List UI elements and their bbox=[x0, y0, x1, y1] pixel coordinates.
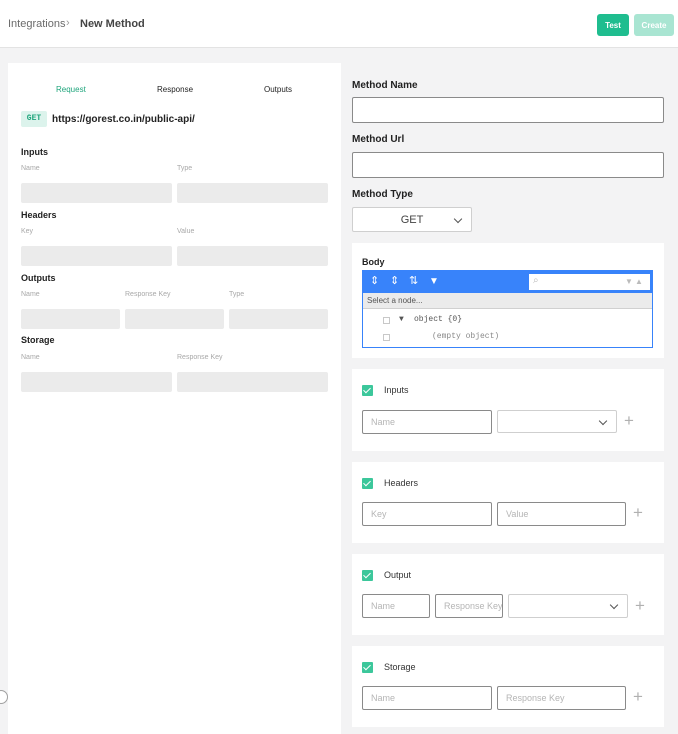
preview-storage-title: Storage bbox=[21, 335, 55, 345]
preview-outputs-col-response-key: Response Key bbox=[125, 291, 171, 298]
breadcrumb-separator: › bbox=[66, 17, 70, 29]
preview-storage-name-cell bbox=[21, 372, 172, 392]
storage-name-field[interactable] bbox=[362, 686, 492, 710]
preview-headers-col-key: Key bbox=[21, 228, 34, 235]
method-name-input[interactable] bbox=[352, 97, 664, 123]
collapse-all-icon[interactable]: ⇕ bbox=[390, 275, 399, 288]
tree-empty-node: (empty object) bbox=[432, 332, 500, 341]
tab-response[interactable]: Response bbox=[157, 85, 193, 94]
add-input-icon[interactable]: + bbox=[624, 412, 634, 429]
method-url-input[interactable] bbox=[352, 152, 664, 178]
tab-outputs[interactable]: Outputs bbox=[264, 85, 292, 94]
output-type-select[interactable] bbox=[508, 594, 628, 618]
breadcrumb-current: New Method bbox=[80, 18, 145, 30]
storage-title: Storage bbox=[384, 662, 416, 672]
preview-headers-title: Headers bbox=[21, 210, 57, 220]
breadcrumb-integrations[interactable]: Integrations bbox=[8, 18, 65, 30]
preview-inputs-col-name: Name bbox=[21, 165, 40, 172]
inputs-name-field[interactable] bbox=[362, 410, 492, 434]
collapse-handle[interactable] bbox=[0, 690, 8, 704]
preview-inputs-title: Inputs bbox=[21, 147, 48, 157]
body-card: Body ⇕ ⇕ ⇅ ▼ ⌕ ▼ ▲ Select a node... ▼ ob… bbox=[352, 243, 664, 358]
json-navigation-placeholder: Select a node... bbox=[367, 296, 423, 305]
storage-response-key-field[interactable] bbox=[497, 686, 626, 710]
method-type-select[interactable]: GET bbox=[352, 207, 472, 232]
inputs-type-select[interactable] bbox=[497, 410, 617, 433]
preview-panel: Request Response Outputs GET https://gor… bbox=[8, 63, 341, 734]
json-navigation-bar[interactable]: Select a node... bbox=[363, 293, 652, 309]
create-button[interactable]: Create bbox=[634, 14, 674, 36]
preview-headers-value-cell bbox=[177, 246, 328, 266]
headers-key-field[interactable] bbox=[362, 502, 492, 526]
sort-icon[interactable]: ⇅ bbox=[409, 275, 418, 288]
test-button[interactable]: Test bbox=[597, 14, 629, 36]
top-bar: Integrations › New Method Test Create bbox=[0, 0, 678, 48]
headers-title: Headers bbox=[384, 478, 419, 488]
headers-value-field[interactable] bbox=[497, 502, 626, 526]
method-url-preview: https://gorest.co.in/public-api/ bbox=[52, 114, 195, 125]
storage-checkbox[interactable] bbox=[362, 662, 373, 673]
search-icon: ⌕ bbox=[533, 275, 539, 286]
json-editor[interactable]: ⇕ ⇕ ⇅ ▼ ⌕ ▼ ▲ Select a node... ▼ object … bbox=[362, 270, 653, 348]
preview-storage-col-response-key: Response Key bbox=[177, 354, 223, 361]
preview-headers-col-value: Value bbox=[177, 228, 195, 235]
preview-inputs-name-cell bbox=[21, 183, 172, 203]
output-checkbox[interactable] bbox=[362, 570, 373, 581]
preview-storage-col-name: Name bbox=[21, 354, 40, 361]
body-title: Body bbox=[362, 257, 385, 267]
search-next-icon[interactable]: ▼ bbox=[625, 277, 633, 286]
storage-card: Storage + bbox=[352, 646, 664, 727]
preview-outputs-name-cell bbox=[21, 309, 120, 329]
chevron-down-icon bbox=[598, 416, 608, 426]
json-search-input[interactable]: ⌕ ▼ ▲ bbox=[529, 274, 650, 290]
inputs-card: Inputs + bbox=[352, 369, 664, 451]
add-header-icon[interactable]: + bbox=[633, 504, 643, 521]
preview-inputs-col-type: Type bbox=[177, 165, 193, 172]
tree-drag-handle[interactable] bbox=[383, 317, 390, 324]
output-response-key-field[interactable] bbox=[435, 594, 503, 618]
add-storage-icon[interactable]: + bbox=[633, 688, 643, 705]
preview-outputs-response-key-cell bbox=[125, 309, 224, 329]
chevron-down-icon bbox=[609, 600, 619, 610]
method-type-value: GET bbox=[400, 214, 424, 226]
search-previous-icon[interactable]: ▲ bbox=[635, 277, 643, 286]
preview-outputs-col-type: Type bbox=[229, 291, 245, 298]
output-title: Output bbox=[384, 570, 412, 580]
method-type-label: Method Type bbox=[352, 189, 413, 200]
inputs-checkbox[interactable] bbox=[362, 385, 373, 396]
json-editor-toolbar: ⇕ ⇕ ⇅ ▼ ⌕ ▼ ▲ bbox=[363, 271, 652, 293]
headers-card: Headers + bbox=[352, 462, 664, 543]
preview-outputs-type-cell bbox=[229, 309, 328, 329]
headers-checkbox[interactable] bbox=[362, 478, 373, 489]
method-badge: GET bbox=[21, 111, 47, 127]
preview-outputs-title: Outputs bbox=[21, 273, 56, 283]
tree-empty-handle bbox=[383, 334, 390, 341]
filter-icon[interactable]: ▼ bbox=[429, 275, 439, 288]
tree-toggle-icon[interactable]: ▼ bbox=[399, 315, 404, 324]
preview-outputs-col-name: Name bbox=[21, 291, 40, 298]
inputs-title: Inputs bbox=[384, 385, 409, 395]
method-name-label: Method Name bbox=[352, 80, 418, 91]
preview-headers-key-cell bbox=[21, 246, 172, 266]
tree-root-node[interactable]: object {0} bbox=[414, 315, 462, 324]
method-url-label: Method Url bbox=[352, 134, 405, 145]
expand-all-icon[interactable]: ⇕ bbox=[370, 275, 379, 288]
preview-inputs-type-cell bbox=[177, 183, 328, 203]
tab-request[interactable]: Request bbox=[56, 85, 86, 94]
preview-storage-response-key-cell bbox=[177, 372, 328, 392]
output-name-field[interactable] bbox=[362, 594, 430, 618]
output-card: Output + bbox=[352, 554, 664, 635]
add-output-icon[interactable]: + bbox=[635, 597, 645, 614]
